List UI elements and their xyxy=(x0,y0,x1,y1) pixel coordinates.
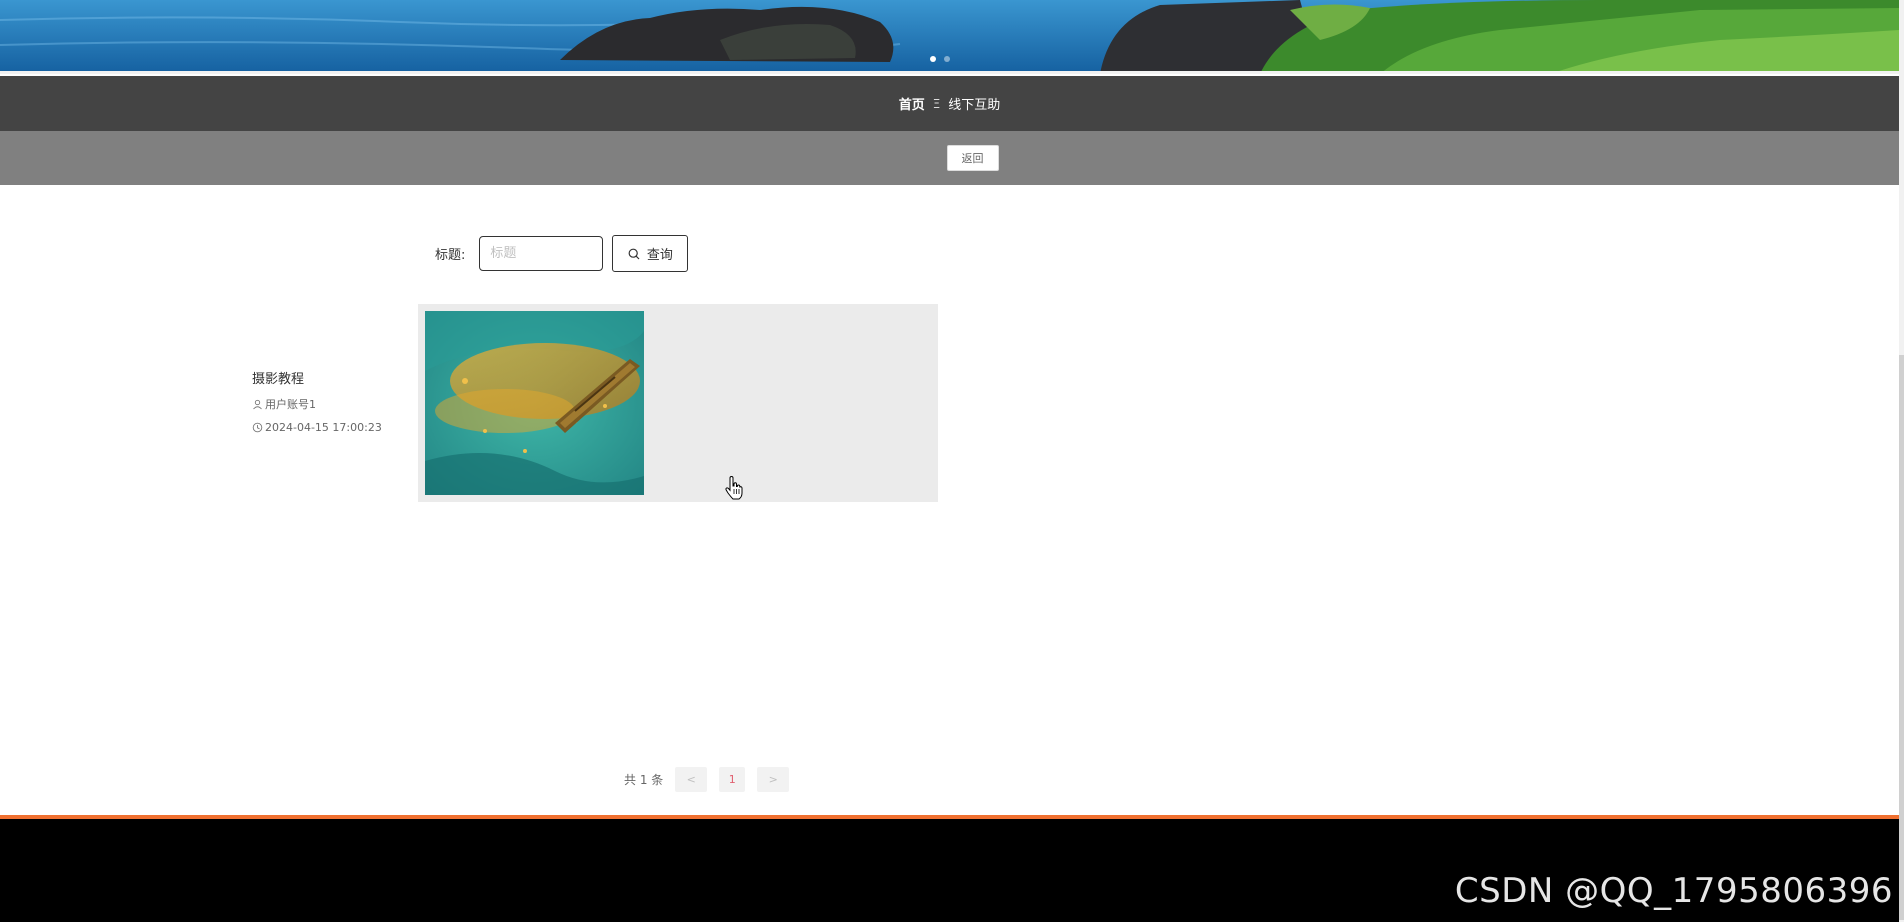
scrollbar-thumb[interactable] xyxy=(1899,355,1904,920)
carousel-dot-active[interactable] xyxy=(930,56,936,62)
search-button[interactable]: 查询 xyxy=(612,235,689,272)
post-author: 用户账号1 xyxy=(252,396,316,412)
title-search-input[interactable] xyxy=(479,236,604,271)
user-icon xyxy=(253,399,262,409)
carousel-indicators xyxy=(930,56,950,62)
action-bar: 返回 xyxy=(0,131,1899,185)
breadcrumb-home[interactable]: 首页 xyxy=(899,94,925,113)
pagination: 共 1 条 < 1 > xyxy=(624,767,790,792)
back-button[interactable]: 返回 xyxy=(946,145,999,171)
pagination-total: 共 1 条 xyxy=(624,773,664,787)
search-icon xyxy=(628,248,640,259)
post-author-name: 用户账号1 xyxy=(265,398,316,411)
post-thumbnail[interactable] xyxy=(425,311,644,495)
banner-carousel[interactable] xyxy=(0,0,1899,74)
banner-image xyxy=(0,0,1899,71)
page-number-button[interactable]: 1 xyxy=(719,767,746,792)
search-label: 标题: xyxy=(435,248,466,263)
post-time-text: 2024-04-15 17:00:23 xyxy=(265,421,382,434)
watermark: CSDN @QQ_1795806396 xyxy=(1454,871,1893,911)
post-time: 2024-04-15 17:00:23 xyxy=(252,421,382,434)
next-page-button[interactable]: > xyxy=(757,767,790,792)
carousel-dot[interactable] xyxy=(944,56,950,62)
hand-cursor-icon xyxy=(725,476,743,500)
breadcrumb: 首页 Ξ 线下互助 xyxy=(0,76,1899,131)
scrollbar[interactable] xyxy=(1899,0,1904,922)
breadcrumb-current: 线下互助 xyxy=(948,98,1001,113)
search-form: 标题: 查询 xyxy=(435,235,689,272)
search-button-label: 查询 xyxy=(646,248,673,263)
clock-icon xyxy=(252,422,263,433)
footer: CSDN @QQ_1795806396 xyxy=(0,819,1899,922)
prev-page-button[interactable]: < xyxy=(675,767,708,792)
post-card[interactable] xyxy=(418,304,938,502)
breadcrumb-separator: Ξ xyxy=(932,96,941,111)
post-title[interactable]: 摄影教程 xyxy=(252,368,304,387)
